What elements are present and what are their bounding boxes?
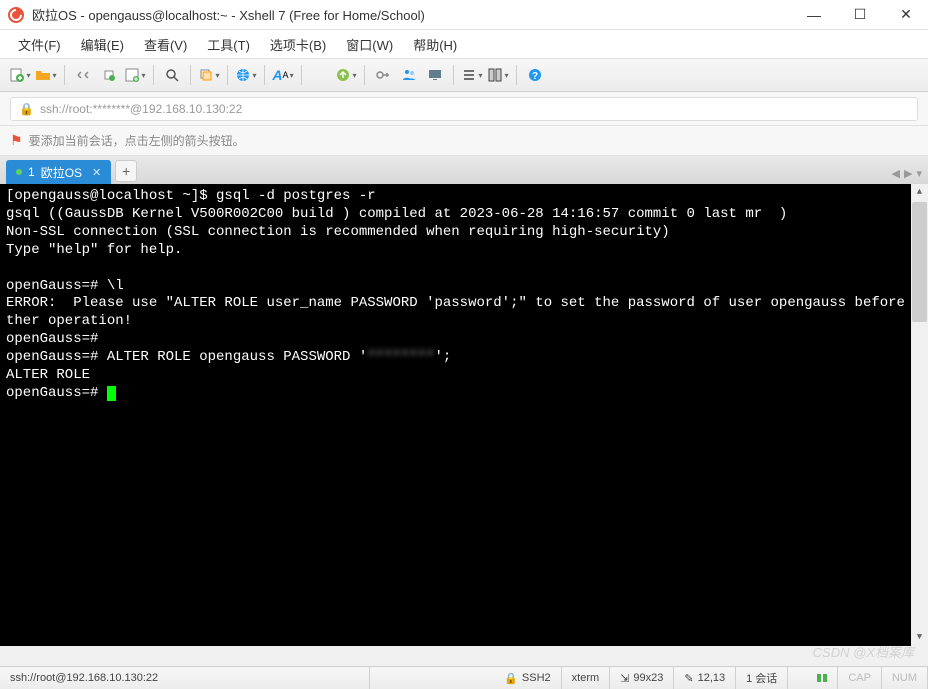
status-dot-icon — [16, 169, 22, 175]
menu-view[interactable]: 查看(V) — [136, 31, 195, 58]
menu-tab[interactable]: 选项卡(B) — [262, 31, 334, 58]
separator — [516, 65, 517, 85]
separator — [264, 65, 265, 85]
key-button[interactable] — [371, 63, 395, 87]
users-button[interactable] — [397, 63, 421, 87]
terminal-line: gsql ((GaussDB Kernel V500R002C00 build … — [6, 206, 787, 222]
tab-add-button[interactable]: + — [115, 160, 137, 182]
help-button[interactable]: ? — [523, 63, 547, 87]
copy-button[interactable]: ▾ — [197, 63, 221, 87]
terminal-line: ALTER ROLE — [6, 367, 90, 383]
status-bar: ssh://root@192.168.10.130:22 🔒SSH2 xterm… — [0, 666, 928, 689]
separator — [190, 65, 191, 85]
cursor-icon — [107, 386, 116, 401]
tab-label: 欧拉OS — [41, 164, 82, 181]
tab-nav: ◀ ▶ ▾ — [892, 167, 922, 180]
status-sessions: 1 会话 — [736, 667, 788, 689]
close-button[interactable]: ✕ — [892, 5, 920, 25]
find-button[interactable] — [160, 63, 184, 87]
scroll-thumb[interactable] — [912, 202, 927, 322]
address-text: ssh://root:********@192.168.10.130:22 — [40, 102, 242, 116]
separator — [364, 65, 365, 85]
status-protocol: 🔒SSH2 — [494, 667, 561, 689]
status-term: xterm — [562, 667, 611, 689]
terminal-line: Non-SSL connection (SSL connection is re… — [6, 224, 670, 240]
separator — [153, 65, 154, 85]
open-button[interactable]: ▾ — [34, 63, 58, 87]
disconnect-button[interactable] — [71, 63, 95, 87]
xshell-icon[interactable] — [308, 63, 332, 87]
status-cap: CAP — [838, 667, 882, 689]
window-controls: — ☐ ✕ — [800, 5, 920, 25]
tab-prev-icon[interactable]: ◀ — [892, 167, 900, 180]
screen-button[interactable] — [423, 63, 447, 87]
window-title: 欧拉OS - opengauss@localhost:~ - Xshell 7 … — [32, 5, 800, 24]
reconnect-button[interactable] — [97, 63, 121, 87]
terminal[interactable]: [opengauss@localhost ~]$ gsql -d postgre… — [0, 184, 928, 646]
scroll-down-icon[interactable]: ▼ — [911, 629, 928, 646]
lock-icon: 🔒 — [19, 102, 34, 116]
separator — [227, 65, 228, 85]
tab-index: 1 — [28, 165, 35, 179]
flag-icon: ⚑ — [10, 132, 23, 149]
separator — [453, 65, 454, 85]
minimize-button[interactable]: — — [800, 5, 828, 25]
tab-bar: 1 欧拉OS ✕ + ◀ ▶ ▾ — [0, 156, 928, 184]
new-session-button[interactable]: ▾ — [8, 63, 32, 87]
app-icon — [8, 7, 24, 23]
menu-window[interactable]: 窗口(W) — [338, 31, 401, 58]
svg-text:?: ? — [532, 71, 538, 82]
separator — [301, 65, 302, 85]
status-pos: ✎ 12,13 — [674, 667, 736, 689]
address-input[interactable]: 🔒 ssh://root:********@192.168.10.130:22 — [10, 97, 918, 121]
status-size: ⇲ 99x23 — [610, 667, 674, 689]
status-num: NUM — [882, 667, 928, 689]
terminal-line: openGauss=# \l — [6, 278, 124, 294]
scroll-up-icon[interactable]: ▲ — [911, 184, 928, 201]
list-button[interactable]: ▾ — [460, 63, 484, 87]
terminal-line: openGauss=# — [6, 331, 98, 347]
address-bar: 🔒 ssh://root:********@192.168.10.130:22 — [0, 92, 928, 126]
menu-edit[interactable]: 编辑(E) — [73, 31, 132, 58]
menu-file[interactable]: 文件(F) — [10, 31, 69, 58]
hint-bar: ⚑ 要添加当前会话，点击左侧的箭头按钮。 — [0, 126, 928, 156]
maximize-button[interactable]: ☐ — [846, 5, 874, 25]
tab-active[interactable]: 1 欧拉OS ✕ — [6, 160, 111, 184]
terminal-line: ERROR: Please use "ALTER ROLE user_name … — [6, 295, 922, 329]
properties-button[interactable]: ▾ — [123, 63, 147, 87]
tab-menu-icon[interactable]: ▾ — [916, 167, 922, 180]
separator — [64, 65, 65, 85]
terminal-scrollbar[interactable]: ▲ ▼ — [911, 184, 928, 646]
menu-tools[interactable]: 工具(T) — [199, 31, 258, 58]
tab-close-icon[interactable]: ✕ — [92, 166, 101, 179]
terminal-line: openGauss=# ALTER ROLE opengauss PASSWOR… — [6, 349, 451, 365]
menubar: 文件(F) 编辑(E) 查看(V) 工具(T) 选项卡(B) 窗口(W) 帮助(… — [0, 30, 928, 58]
hint-text: 要添加当前会话，点击左侧的箭头按钮。 — [29, 132, 245, 149]
lock-icon: 🔒 — [504, 672, 518, 685]
menu-help[interactable]: 帮助(H) — [405, 31, 465, 58]
masked-password: ******** — [367, 349, 434, 365]
globe-button[interactable]: ▾ — [234, 63, 258, 87]
font-button[interactable]: AA▾ — [271, 63, 295, 87]
terminal-line: openGauss=# — [6, 385, 107, 401]
tab-next-icon[interactable]: ▶ — [904, 167, 912, 180]
status-connection: ssh://root@192.168.10.130:22 — [0, 667, 370, 689]
toolbar: ▾ ▾ ▾ ▾ ▾ AA▾ ▾ ▾ ▾ ? — [0, 58, 928, 92]
titlebar: 欧拉OS - opengauss@localhost:~ - Xshell 7 … — [0, 0, 928, 30]
xftp-button[interactable]: ▾ — [334, 63, 358, 87]
terminal-line: Type "help" for help. — [6, 242, 182, 258]
terminal-line: [opengauss@localhost ~]$ gsql -d postgre… — [6, 188, 376, 204]
layout-button[interactable]: ▾ — [486, 63, 510, 87]
